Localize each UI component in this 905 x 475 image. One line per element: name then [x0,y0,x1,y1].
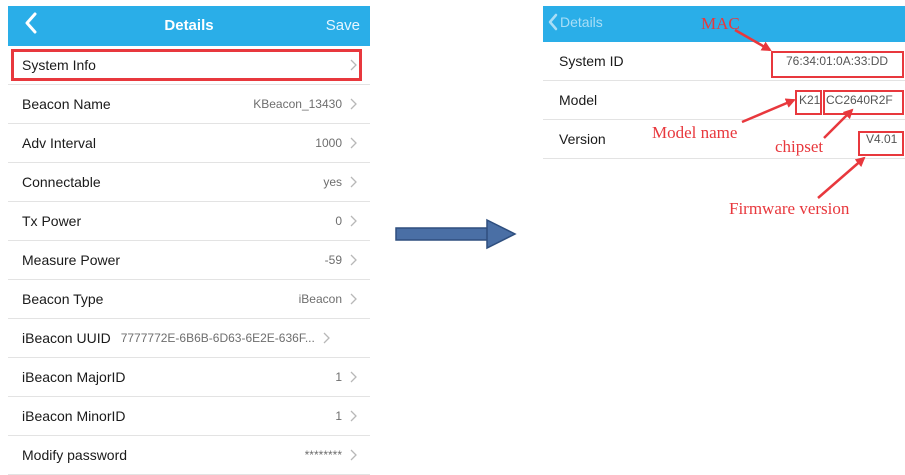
chipset-annotation: chipset [775,137,824,156]
mac-annotation: MAC [701,14,740,33]
firmware-version-annotation: Firmware version [729,199,850,218]
annotation-arrows [734,28,866,199]
model-name-annotation: Model name [652,123,738,142]
